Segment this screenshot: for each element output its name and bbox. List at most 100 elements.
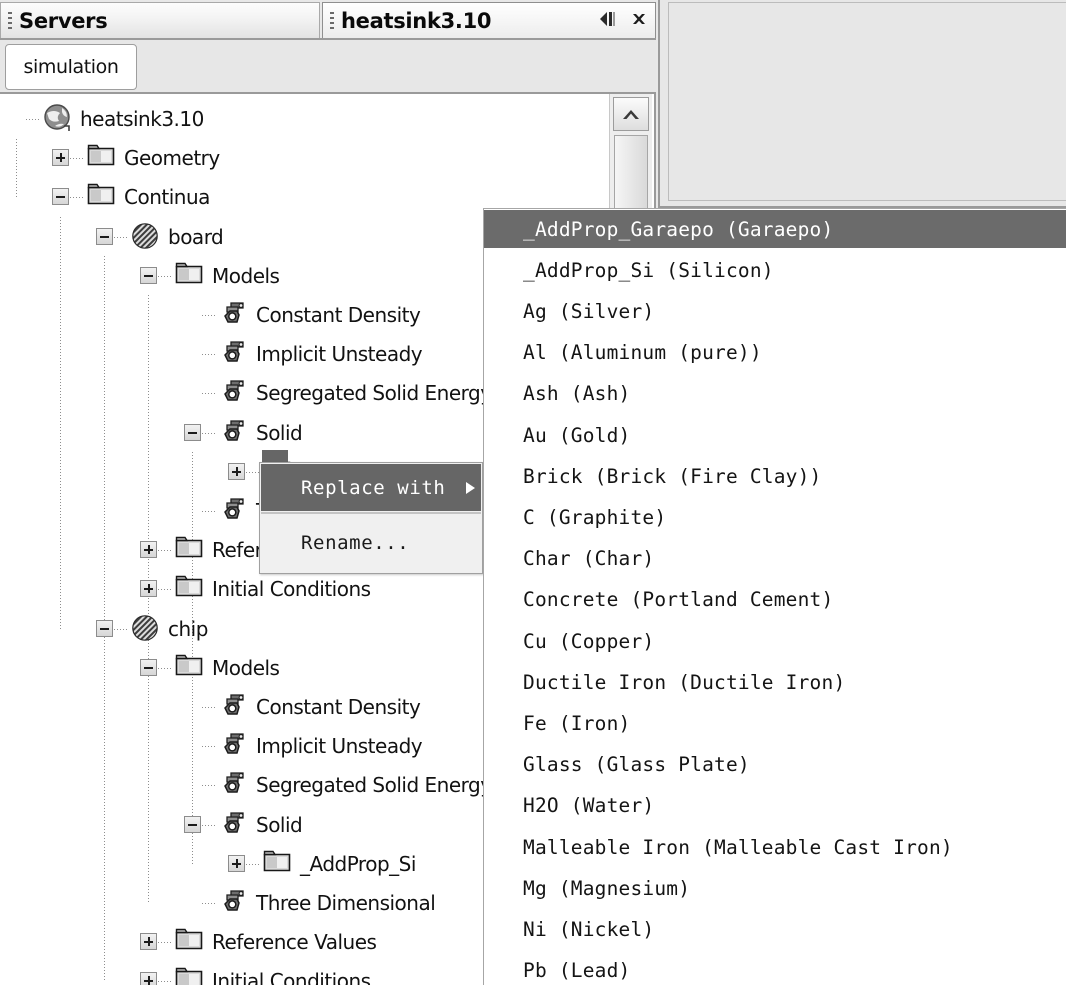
collapse-node-icon[interactable]: [96, 227, 113, 245]
material-menu-item[interactable]: Ductile Iron (Ductile Iron): [484, 663, 1066, 701]
material-menu-item-label: Au (Gold): [523, 423, 631, 447]
tree-node-label: board: [168, 224, 224, 249]
tree-node-label: Constant Density: [256, 695, 421, 719]
tree-node-label: Models: [212, 655, 280, 680]
tree-node-label: chip: [168, 616, 208, 641]
folder-icon: [263, 849, 293, 877]
expand-icon[interactable]: [140, 933, 157, 951]
tree-node[interactable]: Geometry: [0, 138, 612, 177]
context-menu[interactable]: Replace with Rename...: [259, 462, 483, 574]
model-icon: [219, 770, 249, 802]
tree-connector: [246, 863, 261, 865]
material-menu-item[interactable]: Ash (Ash): [484, 375, 1066, 413]
material-menu-item[interactable]: Fe (Iron): [484, 704, 1066, 742]
folder-icon: [175, 966, 205, 985]
replace-with-submenu[interactable]: _AddProp_Garaepo (Garaepo) _AddProp_Si (S…: [483, 208, 1066, 985]
material-menu-item-label: Cu (Copper): [523, 629, 655, 653]
material-menu-item[interactable]: Ag (Silver): [484, 292, 1066, 330]
material-menu-item[interactable]: _AddProp_Garaepo (Garaepo): [484, 210, 1066, 248]
tree-node-label: heatsink3.10: [80, 107, 204, 131]
tree-node-label: _AddProp_Si: [300, 851, 416, 876]
material-menu-item[interactable]: Brick (Brick (Fire Clay)): [484, 457, 1066, 495]
subtab-bar: simulation: [0, 40, 656, 94]
tree-connector: [202, 903, 217, 904]
subtab-simulation[interactable]: simulation: [5, 44, 137, 90]
material-menu-item[interactable]: Al (Aluminum (pure)): [484, 334, 1066, 372]
folder-icon: [87, 143, 117, 171]
tree-node-label: Segregated Solid Energy: [256, 773, 492, 798]
tree-node-label: Implicit Unsteady: [256, 734, 423, 759]
tree-node-label: Continua: [124, 185, 210, 210]
expand-icon[interactable]: [140, 580, 157, 598]
tree-connector: [202, 785, 217, 787]
menu-separator: [261, 512, 481, 514]
model-icon: [219, 692, 249, 724]
tree-connector: [26, 119, 41, 120]
model-icon: [219, 339, 249, 371]
submenu-arrow-icon: [466, 481, 475, 494]
material-menu-item[interactable]: C (Graphite): [484, 498, 1066, 536]
tree-connector: [202, 432, 217, 434]
expand-icon[interactable]: [140, 972, 157, 985]
material-menu-item[interactable]: Ni (Nickel): [484, 910, 1066, 948]
material-menu-item-label: Concrete (Portland Cement): [523, 588, 834, 612]
material-menu-item[interactable]: Glass (Glass Plate): [484, 746, 1066, 784]
model-icon: [219, 888, 249, 920]
model-icon: [219, 496, 249, 528]
material-menu-item[interactable]: Au (Gold): [484, 416, 1066, 454]
tab-heatsink[interactable]: heatsink3.10: [322, 2, 656, 38]
material-menu-item-label: Brick (Brick (Fire Clay)): [523, 464, 822, 488]
context-menu-item-label: Replace with: [301, 476, 446, 499]
model-icon: [219, 731, 249, 763]
collapse-icon[interactable]: [598, 10, 618, 32]
collapse-node-icon[interactable]: [184, 815, 201, 833]
tab-servers[interactable]: Servers: [0, 2, 320, 38]
context-menu-item[interactable]: Rename...: [261, 519, 481, 566]
material-menu-item-label: Char (Char): [523, 547, 655, 571]
material-menu-item[interactable]: Mg (Magnesium): [484, 869, 1066, 907]
expand-icon[interactable]: [228, 462, 245, 480]
folder-icon: [175, 927, 205, 955]
material-menu-item[interactable]: Char (Char): [484, 540, 1066, 578]
folder-icon: [175, 653, 205, 681]
material-menu-item-label: C (Graphite): [523, 505, 667, 529]
tree-node[interactable]: heatsink3.10: [0, 99, 612, 138]
context-menu-item-label: Rename...: [301, 531, 410, 554]
context-menu-item[interactable]: Replace with: [261, 464, 481, 511]
material-menu-item[interactable]: Concrete (Portland Cement): [484, 581, 1066, 619]
collapse-node-icon[interactable]: [96, 619, 113, 637]
tree-node-label: Solid: [256, 812, 303, 837]
material-menu-item[interactable]: Pb (Lead): [484, 952, 1066, 985]
expand-icon[interactable]: [228, 854, 245, 872]
tree-connector: [158, 550, 173, 552]
material-menu-item[interactable]: H2O (Water): [484, 787, 1066, 825]
tree-node-label: Solid: [256, 420, 303, 445]
tree-node-label: Implicit Unsteady: [256, 342, 423, 367]
collapse-node-icon[interactable]: [184, 423, 201, 441]
tab-grip-icon: [330, 11, 334, 30]
tab-heatsink-label: heatsink3.10: [341, 8, 492, 33]
tree-node-label: Reference Values: [212, 930, 377, 955]
collapse-node-icon[interactable]: [140, 266, 157, 284]
material-menu-item-label: Ni (Nickel): [523, 917, 655, 941]
scroll-up-icon[interactable]: [613, 97, 649, 131]
material-menu-item[interactable]: Cu (Copper): [484, 622, 1066, 660]
continuum-icon: [131, 222, 161, 254]
close-icon[interactable]: [631, 11, 647, 31]
editor-panel-content: [668, 2, 1066, 201]
tree-connector: [202, 511, 217, 512]
material-menu-item[interactable]: _AddProp_Si (Silicon): [484, 251, 1066, 289]
material-menu-item-label: Ductile Iron (Ductile Iron): [523, 670, 846, 694]
expand-icon[interactable]: [52, 149, 69, 167]
tree-node-label: Models: [212, 263, 280, 288]
tree-node-label: Three Dimensional: [256, 891, 436, 915]
collapse-node-icon[interactable]: [140, 658, 157, 676]
tree-connector: [158, 667, 173, 669]
tree-connector: [70, 197, 85, 199]
collapse-node-icon[interactable]: [52, 188, 69, 206]
panel-splitter[interactable]: [660, 0, 668, 201]
material-menu-item-label: Mg (Magnesium): [523, 876, 691, 900]
app-window: Servers heatsink3.10 simulation heatsink…: [0, 0, 1066, 985]
material-menu-item[interactable]: Malleable Iron (Malleable Cast Iron): [484, 828, 1066, 866]
expand-icon[interactable]: [140, 541, 157, 559]
